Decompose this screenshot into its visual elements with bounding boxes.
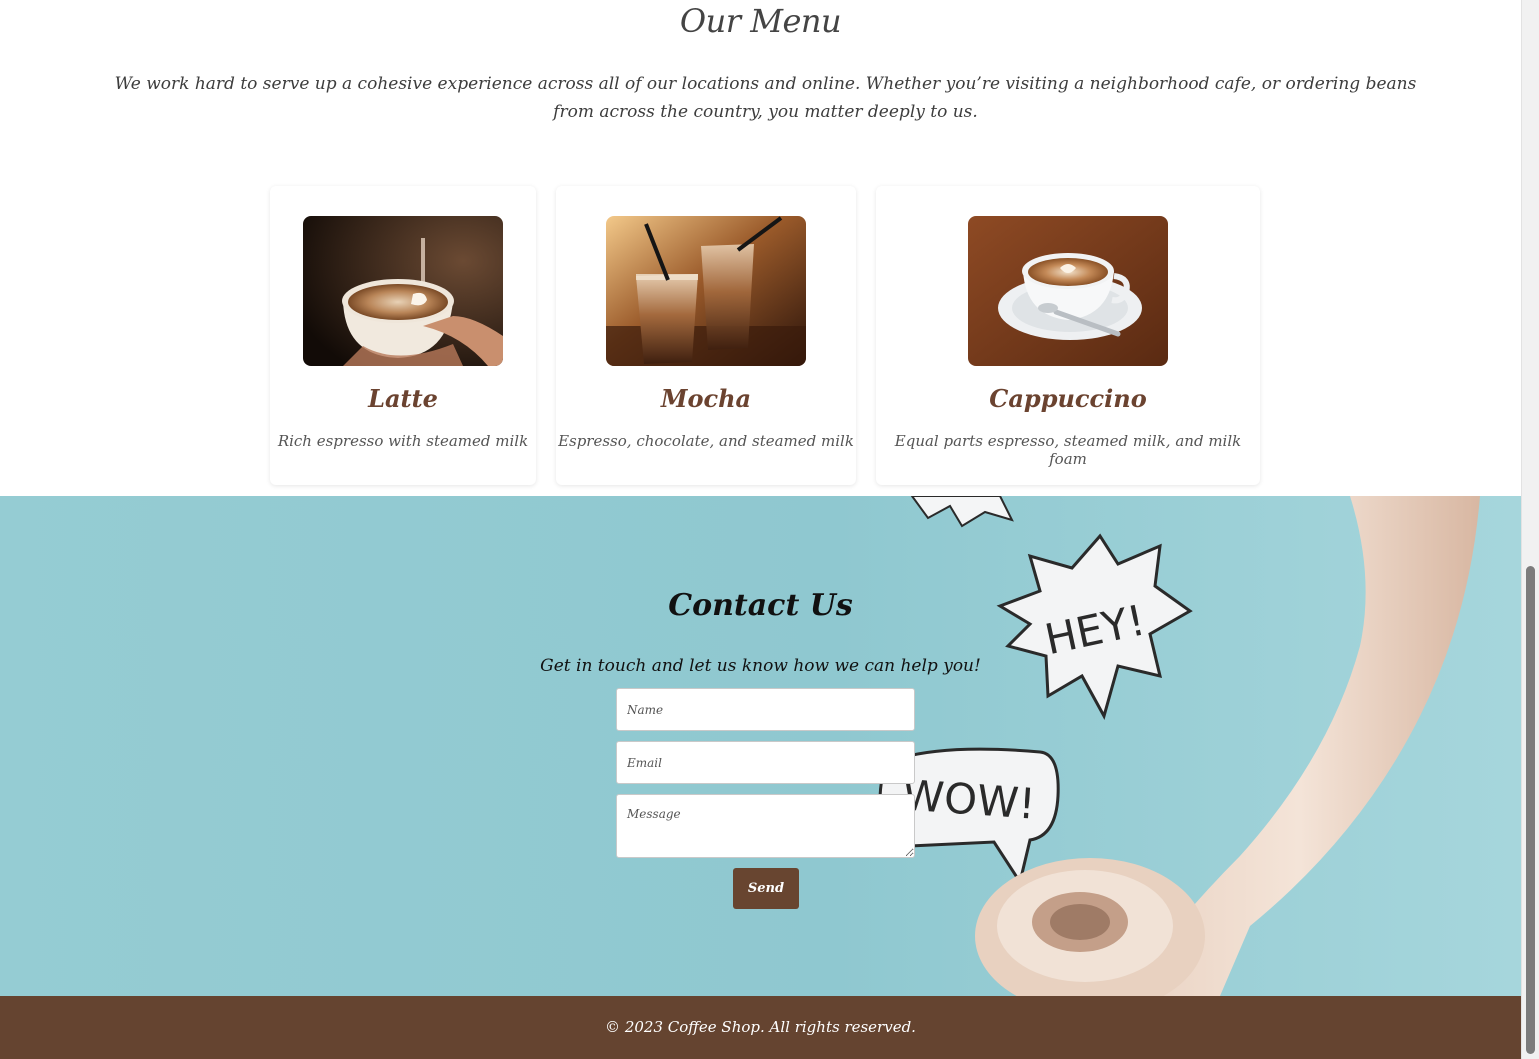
menu-item-description: Espresso, chocolate, and steamed milk	[558, 432, 854, 450]
send-button[interactable]: Send	[733, 868, 799, 909]
contact-section: HEY! WOW! Contact Us Get in touch and le…	[0, 496, 1521, 996]
menu-title: Our Menu	[679, 2, 842, 40]
footer: © 2023 Coffee Shop. All rights reserved.	[0, 996, 1521, 1059]
page: Our Menu We work hard to serve up a cohe…	[0, 0, 1521, 1059]
footer-copyright: © 2023 Coffee Shop. All rights reserved.	[605, 1018, 916, 1036]
email-input[interactable]	[616, 741, 915, 784]
menu-card-mocha: Mocha Espresso, chocolate, and steamed m…	[556, 186, 856, 485]
vertical-scrollbar[interactable]	[1521, 0, 1539, 1059]
menu-item-name: Mocha	[660, 384, 752, 413]
menu-item-name: Cappuccino	[989, 384, 1147, 413]
menu-intro: We work hard to serve up a cohesive expe…	[114, 74, 1417, 122]
menu-card-cappuccino: Cappuccino Equal parts espresso, steamed…	[876, 186, 1260, 485]
wow-bubble-text: WOW!	[901, 770, 1037, 828]
cappuccino-photo	[968, 216, 1168, 366]
contact-subtitle: Get in touch and let us know how we can …	[540, 656, 981, 676]
message-textarea[interactable]	[616, 794, 915, 858]
menu-item-name: Latte	[368, 384, 438, 413]
menu-item-description: Rich espresso with steamed milk	[277, 432, 529, 450]
menu-item-description: Equal parts espresso, steamed milk, and …	[894, 432, 1242, 468]
name-input[interactable]	[616, 688, 915, 731]
scrollbar-thumb[interactable]	[1526, 566, 1535, 1054]
menu-card-latte: Latte Rich espresso with steamed milk	[270, 186, 536, 485]
contact-title: Contact Us	[668, 588, 853, 623]
latte-photo	[303, 216, 503, 366]
mocha-photo	[606, 216, 806, 366]
